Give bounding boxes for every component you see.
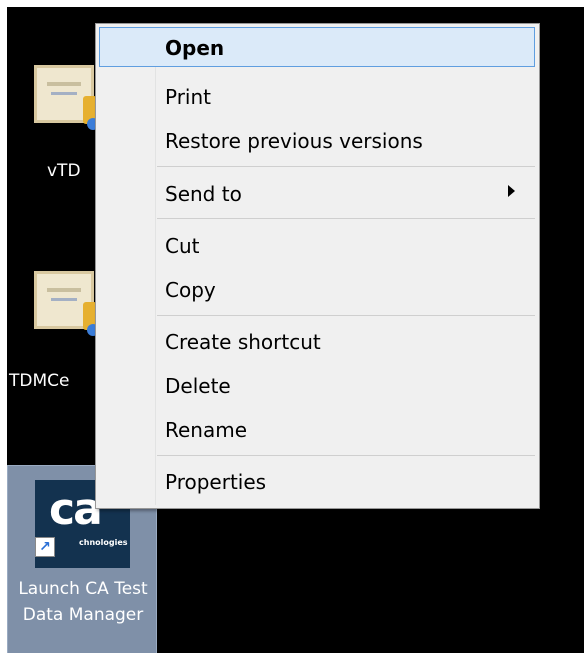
menu-item-label: Rename <box>165 418 248 442</box>
menu-item-label: Properties <box>165 470 267 494</box>
menu-item-cut[interactable]: Cut <box>99 225 535 265</box>
menu-item-delete[interactable]: Delete <box>99 365 535 405</box>
shortcut-label: Launch CA Test Data Manager <box>18 579 148 625</box>
desktop: vTD TDMCe ca chnologies ↗ Launch CA Test… <box>7 7 584 653</box>
menu-item-print[interactable]: Print <box>99 76 535 116</box>
menu-item-label: Print <box>165 85 212 109</box>
certificate-document-icon <box>34 65 99 130</box>
shortcut-arrow-icon: ↗ <box>35 537 55 557</box>
context-menu: Open Print Restore previous versions Sen… <box>95 23 540 509</box>
menu-item-create-shortcut[interactable]: Create shortcut <box>99 321 535 361</box>
ca-logo-subtext: chnologies <box>79 538 128 547</box>
menu-item-label: Cut <box>165 234 200 258</box>
menu-item-label: Copy <box>165 278 216 302</box>
menu-item-properties[interactable]: Properties <box>99 461 535 501</box>
menu-item-open[interactable]: Open <box>99 27 535 67</box>
menu-item-label: Create shortcut <box>165 330 321 354</box>
menu-separator <box>157 218 535 219</box>
menu-item-label: Send to <box>165 182 242 206</box>
menu-separator <box>157 315 535 316</box>
menu-item-label: Open <box>165 36 225 60</box>
submenu-arrow-icon <box>508 185 515 197</box>
menu-item-rename[interactable]: Rename <box>99 409 535 449</box>
menu-item-copy[interactable]: Copy <box>99 269 535 309</box>
menu-item-label: Restore previous versions <box>165 129 423 153</box>
menu-item-label: Delete <box>165 374 231 398</box>
menu-separator <box>157 455 535 456</box>
certificate-document-icon <box>34 271 99 336</box>
menu-separator <box>157 166 535 167</box>
ca-logo-text: ca <box>49 484 103 535</box>
menu-item-restore-previous-versions[interactable]: Restore previous versions <box>99 120 535 160</box>
menu-item-send-to[interactable]: Send to <box>99 173 535 213</box>
